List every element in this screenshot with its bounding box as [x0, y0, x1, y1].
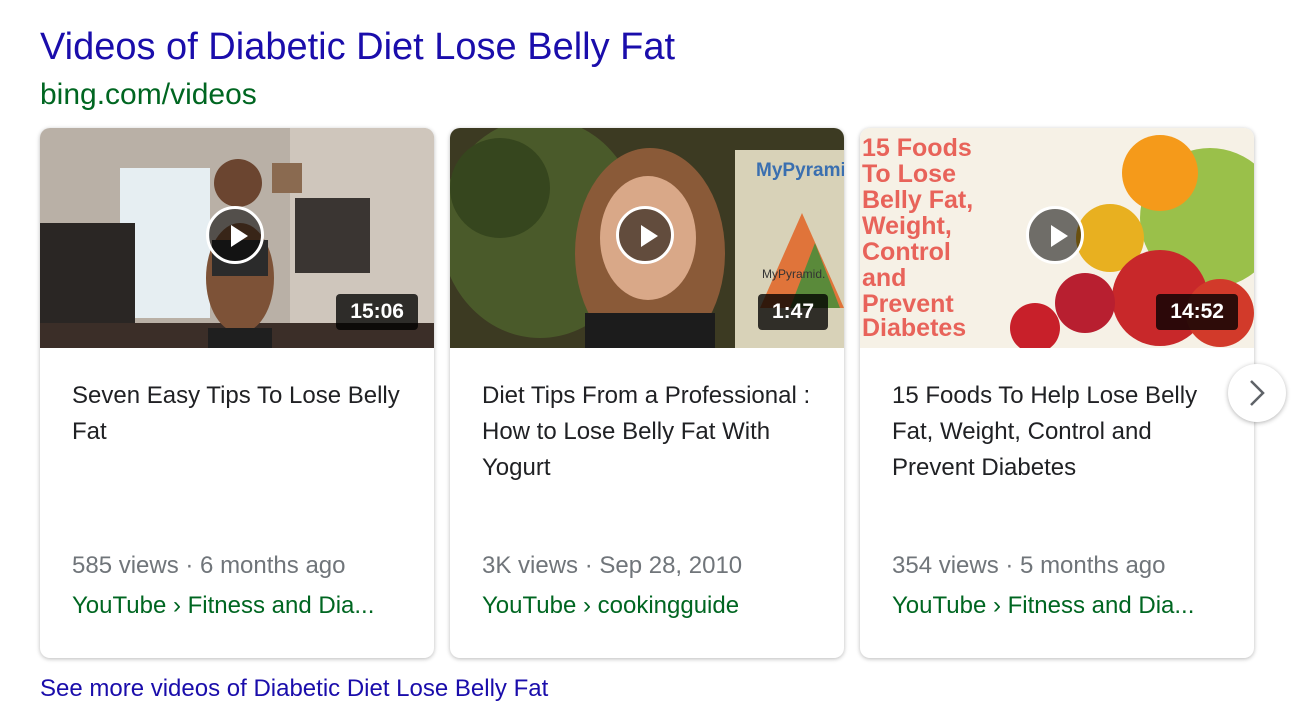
video-channel: YouTube › cookingguide: [482, 592, 740, 619]
video-channel: YouTube › Fitness and Dia...: [892, 592, 1195, 619]
svg-text:To Lose: To Lose: [862, 160, 956, 188]
video-meta: 354 views · 5 months ago: [892, 552, 1166, 579]
video-title[interactable]: Seven Easy Tips To Lose Belly Fat: [72, 378, 412, 450]
svg-text:and: and: [862, 264, 906, 292]
video-card[interactable]: 15 Foods To Lose Belly Fat, Weight, Cont…: [860, 128, 1254, 658]
video-meta: 585 views · 6 months ago: [72, 552, 346, 579]
video-duration: 14:52: [1156, 294, 1238, 330]
video-duration: 15:06: [336, 294, 418, 330]
video-title[interactable]: Diet Tips From a Professional : How to L…: [482, 378, 822, 486]
play-icon[interactable]: [1026, 206, 1084, 264]
play-icon[interactable]: [616, 206, 674, 264]
video-thumbnail[interactable]: MyPyrami MyPyramid. 1:47: [450, 128, 844, 348]
video-meta: 3K views · Sep 28, 2010: [482, 552, 743, 579]
svg-text:Weight,: Weight,: [862, 212, 952, 240]
svg-text:Diabetes: Diabetes: [862, 314, 966, 342]
video-channel: YouTube › Fitness and Dia...: [72, 592, 375, 619]
results-title-link[interactable]: Videos of Diabetic Diet Lose Belly Fat: [40, 26, 675, 69]
svg-text:Belly Fat,: Belly Fat,: [862, 186, 973, 214]
next-button[interactable]: [1228, 364, 1286, 422]
video-card[interactable]: MyPyrami MyPyramid. 1:47 Diet Tips From …: [450, 128, 844, 658]
play-icon[interactable]: [206, 206, 264, 264]
svg-text:15 Foods: 15 Foods: [862, 134, 972, 162]
see-more-link[interactable]: See more videos of Diabetic Diet Lose Be…: [40, 675, 548, 703]
svg-text:Control: Control: [862, 238, 951, 266]
video-thumbnail[interactable]: 15:06: [40, 128, 434, 348]
video-card[interactable]: 15:06 Seven Easy Tips To Lose Belly Fat …: [40, 128, 434, 658]
thumbnail-sub-text: MyPyramid.: [762, 267, 825, 281]
video-title[interactable]: 15 Foods To Help Lose Belly Fat, Weight,…: [892, 378, 1232, 486]
source-url: bing.com/videos: [40, 78, 257, 111]
video-duration: 1:47: [757, 294, 828, 330]
thumbnail-brand-text: MyPyrami: [756, 160, 844, 181]
video-thumbnail[interactable]: 15 Foods To Lose Belly Fat, Weight, Cont…: [860, 128, 1254, 348]
chevron-right-icon: [1250, 380, 1265, 406]
